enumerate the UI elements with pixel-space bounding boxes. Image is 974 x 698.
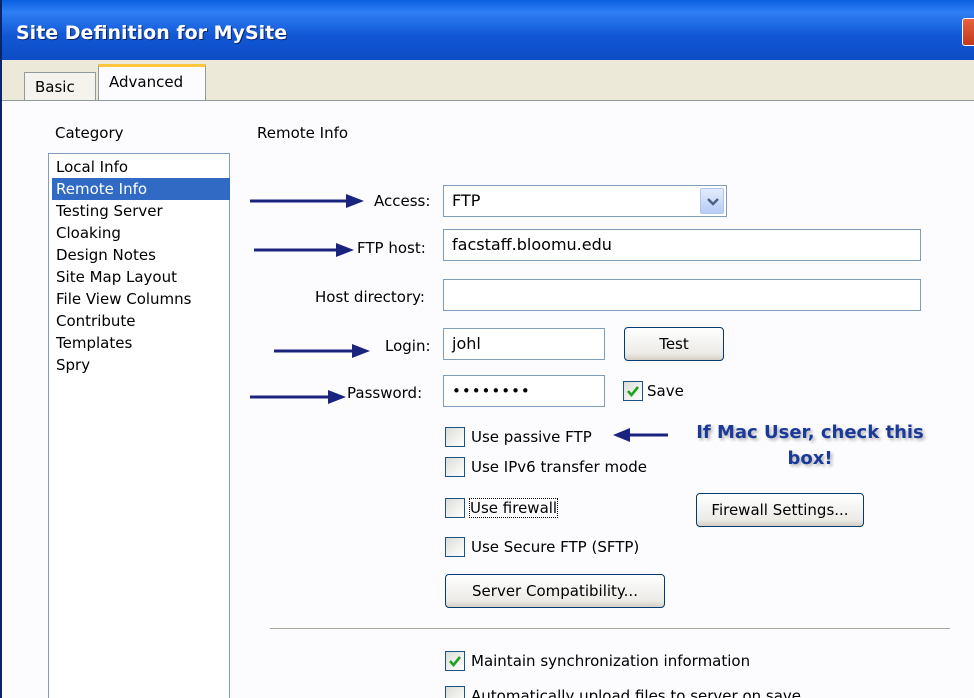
access-select[interactable]: FTP <box>443 185 727 217</box>
tab-basic[interactable]: Basic <box>24 72 96 100</box>
category-item-contribute[interactable]: Contribute <box>54 310 138 332</box>
window-title: Site Definition for MySite <box>16 22 288 44</box>
category-list[interactable]: Local Info Remote Info Testing Server Cl… <box>48 153 230 698</box>
separator <box>270 628 950 629</box>
category-item-spry[interactable]: Spry <box>54 354 92 376</box>
section-title: Remote Info <box>257 124 349 142</box>
passive-ftp-checkbox[interactable] <box>445 427 465 447</box>
login-input[interactable]: johl <box>443 328 605 360</box>
access-label: Access: <box>374 192 431 210</box>
test-button[interactable]: Test <box>624 327 724 361</box>
maintain-sync-label: Maintain synchronization information <box>471 652 751 670</box>
auto-upload-checkbox[interactable] <box>445 686 465 698</box>
firewall-checkbox[interactable] <box>445 498 465 518</box>
arrow-left-icon <box>613 428 668 442</box>
annotation-line-2: box! <box>787 448 833 469</box>
arrow-right-icon <box>250 390 346 404</box>
category-header: Category <box>55 124 124 142</box>
auto-upload-label: Automatically upload files to server on … <box>471 687 802 698</box>
host-directory-label: Host directory: <box>315 288 425 306</box>
category-item-cloaking[interactable]: Cloaking <box>54 222 123 244</box>
access-value: FTP <box>452 191 481 210</box>
title-bar[interactable]: Site Definition for MySite <box>2 0 974 60</box>
tab-advanced[interactable]: Advanced <box>98 64 206 100</box>
passive-ftp-label: Use passive FTP <box>471 428 592 446</box>
annotation-note: If Mac User, check this box! <box>674 420 946 472</box>
checkmark-icon <box>627 386 640 398</box>
arrow-right-icon <box>250 194 364 208</box>
ftp-host-label: FTP host: <box>357 239 426 257</box>
site-definition-dialog: Site Definition for MySite Basic Advance… <box>0 0 974 698</box>
firewall-label: Use firewall <box>468 498 559 518</box>
arrow-right-icon <box>274 344 370 358</box>
category-item-testing-server[interactable]: Testing Server <box>54 200 165 222</box>
close-button[interactable] <box>962 18 974 46</box>
checkmark-icon <box>449 656 462 668</box>
tab-strip: Basic Advanced <box>2 60 974 100</box>
sftp-checkbox[interactable] <box>445 537 465 557</box>
maintain-sync-checkbox[interactable] <box>445 651 465 671</box>
category-item-templates[interactable]: Templates <box>54 332 134 354</box>
ftp-host-input[interactable]: facstaff.bloomu.edu <box>443 229 921 261</box>
category-item-local-info[interactable]: Local Info <box>54 156 130 178</box>
firewall-settings-button[interactable]: Firewall Settings... <box>696 493 864 527</box>
login-label: Login: <box>385 337 431 355</box>
save-checkbox[interactable] <box>623 381 643 401</box>
server-compatibility-button[interactable]: Server Compatibility... <box>445 574 665 608</box>
chevron-down-icon[interactable] <box>700 188 724 214</box>
password-input[interactable]: •••••••• <box>443 375 605 407</box>
category-item-site-map-layout[interactable]: Site Map Layout <box>54 266 179 288</box>
host-directory-input[interactable] <box>443 279 921 311</box>
ipv6-label: Use IPv6 transfer mode <box>471 458 647 476</box>
sftp-label: Use Secure FTP (SFTP) <box>471 538 640 556</box>
category-item-design-notes[interactable]: Design Notes <box>54 244 158 266</box>
category-item-remote-info[interactable]: Remote Info <box>52 178 230 200</box>
save-label: Save <box>647 382 684 400</box>
password-label: Password: <box>347 384 423 402</box>
ipv6-checkbox[interactable] <box>445 457 465 477</box>
category-item-file-view-columns[interactable]: File View Columns <box>54 288 194 310</box>
arrow-right-icon <box>254 243 354 257</box>
annotation-line-1: If Mac User, check this <box>696 422 924 443</box>
